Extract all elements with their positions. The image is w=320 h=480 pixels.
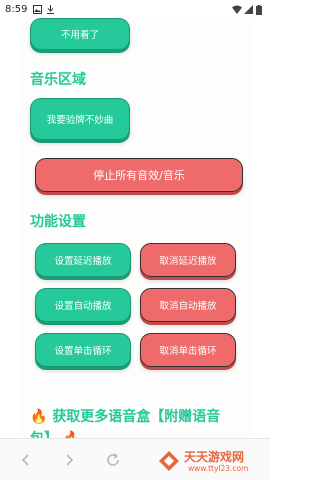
signal-icon xyxy=(244,4,253,14)
cancel-single-loop-button[interactable]: 取消单击循环 xyxy=(140,333,236,367)
image-notification-icon xyxy=(33,4,43,14)
status-time: 8:59 xyxy=(5,3,28,15)
music-section-title: 音乐区域 xyxy=(30,72,86,88)
cancel-delay-button[interactable]: 取消延迟播放 xyxy=(140,243,236,277)
watermark-title: 天天游戏网 xyxy=(184,450,245,464)
status-right-group xyxy=(232,4,265,15)
forward-icon[interactable] xyxy=(60,451,78,469)
watermark-url: www.ttyl23.com xyxy=(188,464,249,473)
cancel-auto-play-button[interactable]: 取消自动播放 xyxy=(140,288,236,322)
promo-text[interactable]: 获取更多语音盒【附赠语音包】 xyxy=(30,409,220,438)
set-single-loop-button[interactable]: 设置单击循环 xyxy=(35,333,131,367)
set-auto-play-button[interactable]: 设置自动播放 xyxy=(35,288,131,322)
watermark-logo-icon xyxy=(158,450,180,472)
site-watermark: 天天游戏网 www.ttyl23.com xyxy=(158,448,268,476)
fire-icon: 🔥 xyxy=(30,409,48,425)
status-bar: 8:59 xyxy=(0,0,270,18)
promo-link[interactable]: 🔥 获取更多语音盒【附赠语音包】 🔥 xyxy=(30,406,245,438)
stop-all-sounds-button[interactable]: 停止所有音效/音乐 xyxy=(35,158,243,192)
no-need-look-button[interactable]: 不用看了 xyxy=(30,18,130,50)
refresh-icon[interactable] xyxy=(104,451,122,469)
battery-icon xyxy=(256,4,265,15)
fire-icon: 🔥 xyxy=(63,431,80,438)
content-panel: 不用看了 音乐区域 我要验牌不妙曲 停止所有音效/音乐 功能设置 设置延迟播放 … xyxy=(20,18,252,438)
back-icon[interactable] xyxy=(17,451,35,469)
sound-button-bad-song[interactable]: 我要验牌不妙曲 xyxy=(30,98,130,140)
download-notification-icon xyxy=(46,4,55,14)
settings-section-title: 功能设置 xyxy=(30,214,86,230)
set-delay-button[interactable]: 设置延迟播放 xyxy=(35,243,131,277)
wifi-icon xyxy=(232,5,242,14)
